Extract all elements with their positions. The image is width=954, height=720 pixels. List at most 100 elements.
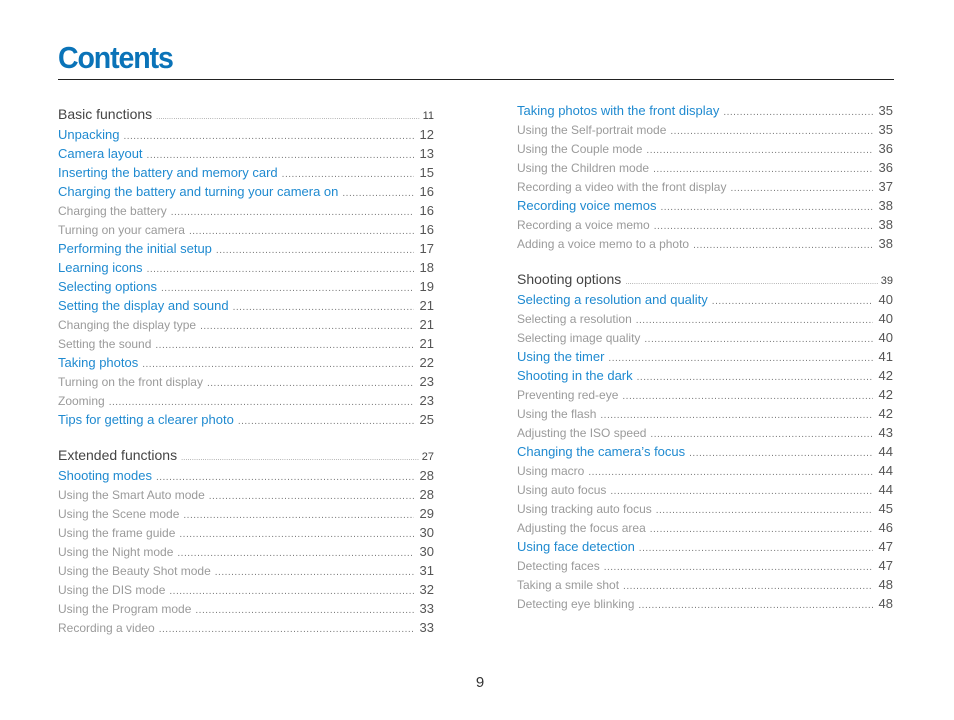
toc-page-number: 47 [878, 558, 893, 573]
toc-entry-title: Using the Night mode [58, 545, 174, 559]
toc-entry-title: Selecting a resolution and quality [517, 292, 708, 307]
toc-entry-title: Using the Program mode [58, 602, 192, 616]
toc-page-number: 21 [419, 336, 434, 351]
dot-leader [654, 217, 873, 234]
toc-entry-title: Unpacking [58, 127, 120, 142]
toc-page-number: 25 [419, 412, 434, 427]
toc-entry-title: Changing the camera’s focus [517, 444, 686, 459]
toc-page-number: 12 [419, 127, 434, 142]
dot-leader [177, 544, 413, 561]
dot-leader [693, 236, 872, 253]
toc-subentry: Using the Beauty Shot mode 31 [58, 561, 434, 580]
toc-page-number: 17 [419, 241, 434, 256]
toc-page-number: 27 [421, 451, 434, 463]
dot-leader [638, 596, 872, 613]
toc-entry-title: Using macro [517, 464, 585, 478]
toc-link[interactable]: Changing the camera’s focus 44 [517, 442, 893, 461]
toc-page-number: 48 [878, 596, 893, 611]
toc-subentry: Using the Program mode 33 [58, 599, 434, 618]
toc-entry-title: Recording a video with the front display [517, 180, 727, 194]
toc-page-number: 16 [419, 222, 434, 237]
toc-subentry: Detecting faces 47 [517, 556, 893, 575]
dot-leader [215, 563, 414, 580]
toc-entry-title: Selecting options [58, 279, 158, 294]
toc-entry-title: Using the Scene mode [58, 507, 180, 521]
toc-entry-title: Detecting eye blinking [517, 597, 635, 611]
toc-entry-title: Using tracking auto focus [517, 502, 652, 516]
toc-entry-title: Charging the battery [58, 204, 167, 218]
toc-link[interactable]: Inserting the battery and memory card 15 [58, 163, 434, 182]
toc-subentry: Adding a voice memo to a photo 38 [517, 234, 893, 253]
toc-link[interactable]: Using face detection 47 [517, 537, 893, 556]
toc-link[interactable]: Setting the display and sound 21 [58, 296, 434, 315]
toc-link[interactable]: Taking photos with the front display 35 [517, 101, 893, 120]
toc-subentry: Using the Scene mode 29 [58, 504, 434, 523]
toc-entry-title: Performing the initial setup [58, 241, 212, 256]
toc-link[interactable]: Charging the battery and turning your ca… [58, 182, 434, 201]
toc-page-number: 19 [419, 279, 434, 294]
toc-entry-title: Setting the display and sound [58, 298, 229, 313]
toc-subentry: Zooming 23 [58, 391, 434, 410]
toc-subentry: Using macro 44 [517, 461, 893, 480]
toc-page-number: 47 [878, 539, 893, 554]
dot-leader [646, 141, 872, 158]
toc-page-number: 21 [419, 317, 434, 332]
toc-section-heading[interactable]: Basic functions 11 [58, 103, 434, 125]
toc-entry-title: Turning on the front display [58, 375, 203, 389]
toc-page-number: 21 [419, 298, 434, 313]
toc-entry-title: Shooting modes [58, 468, 152, 483]
toc-subentry: Turning on your camera 16 [58, 220, 434, 239]
toc-subentry: Charging the battery 16 [58, 201, 434, 220]
toc-link[interactable]: Unpacking 12 [58, 125, 434, 144]
toc-entry-title: Shooting options [517, 271, 622, 287]
toc-subentry: Using the Night mode 30 [58, 542, 434, 561]
toc-entry-title: Basic functions [58, 106, 153, 122]
toc-page-number: 30 [419, 525, 434, 540]
toc-subentry: Using the Smart Auto mode 28 [58, 485, 434, 504]
dot-leader [660, 198, 872, 215]
dot-leader [639, 539, 873, 556]
dot-leader [156, 468, 414, 485]
toc-link[interactable]: Camera layout 13 [58, 144, 434, 163]
toc-page-number: 11 [422, 110, 434, 122]
dot-leader [233, 298, 414, 315]
toc-entry-title: Changing the display type [58, 318, 197, 332]
dot-leader [169, 582, 413, 599]
dot-leader [155, 336, 413, 353]
toc-section-heading[interactable]: Extended functions 27 [58, 444, 434, 466]
toc-entry-title: Adding a voice memo to a photo [517, 237, 690, 251]
toc-page-number: 23 [419, 374, 434, 389]
toc-entry-title: Using the frame guide [58, 526, 176, 540]
dot-leader [181, 448, 419, 466]
dot-leader [209, 487, 414, 504]
toc-link[interactable]: Tips for getting a clearer photo 25 [58, 410, 434, 429]
toc-link[interactable]: Taking photos 22 [58, 353, 434, 372]
toc-entry-title: Selecting image quality [517, 331, 641, 345]
toc-page-number: 42 [878, 368, 893, 383]
toc-link[interactable]: Learning icons 18 [58, 258, 434, 277]
dot-leader [156, 107, 419, 125]
toc-subentry: Setting the sound 21 [58, 334, 434, 353]
dot-leader [207, 374, 414, 391]
dot-leader [622, 387, 872, 404]
toc-link[interactable]: Shooting modes 28 [58, 466, 434, 485]
toc-link[interactable]: Performing the initial setup 17 [58, 239, 434, 258]
dot-leader [195, 601, 413, 618]
dot-leader [161, 279, 414, 296]
toc-page-number: 38 [878, 217, 893, 232]
toc-link[interactable]: Using the timer 41 [517, 347, 893, 366]
toc-entry-title: Turning on your camera [58, 223, 185, 237]
toc-page-number: 38 [878, 236, 893, 251]
toc-subentry: Using the Couple mode 36 [517, 139, 893, 158]
toc-entry-title: Using the DIS mode [58, 583, 166, 597]
toc-entry-title: Setting the sound [58, 337, 152, 351]
toc-subentry: Using auto focus 44 [517, 480, 893, 499]
toc-section-heading[interactable]: Shooting options 39 [517, 268, 893, 290]
toc-subentry: Using tracking auto focus 45 [517, 499, 893, 518]
toc-link[interactable]: Selecting a resolution and quality 40 [517, 290, 893, 309]
toc-entry-title: Using the flash [517, 407, 597, 421]
toc-link[interactable]: Selecting options 19 [58, 277, 434, 296]
toc-link[interactable]: Recording voice memos 38 [517, 196, 893, 215]
toc-link[interactable]: Shooting in the dark 42 [517, 366, 893, 385]
